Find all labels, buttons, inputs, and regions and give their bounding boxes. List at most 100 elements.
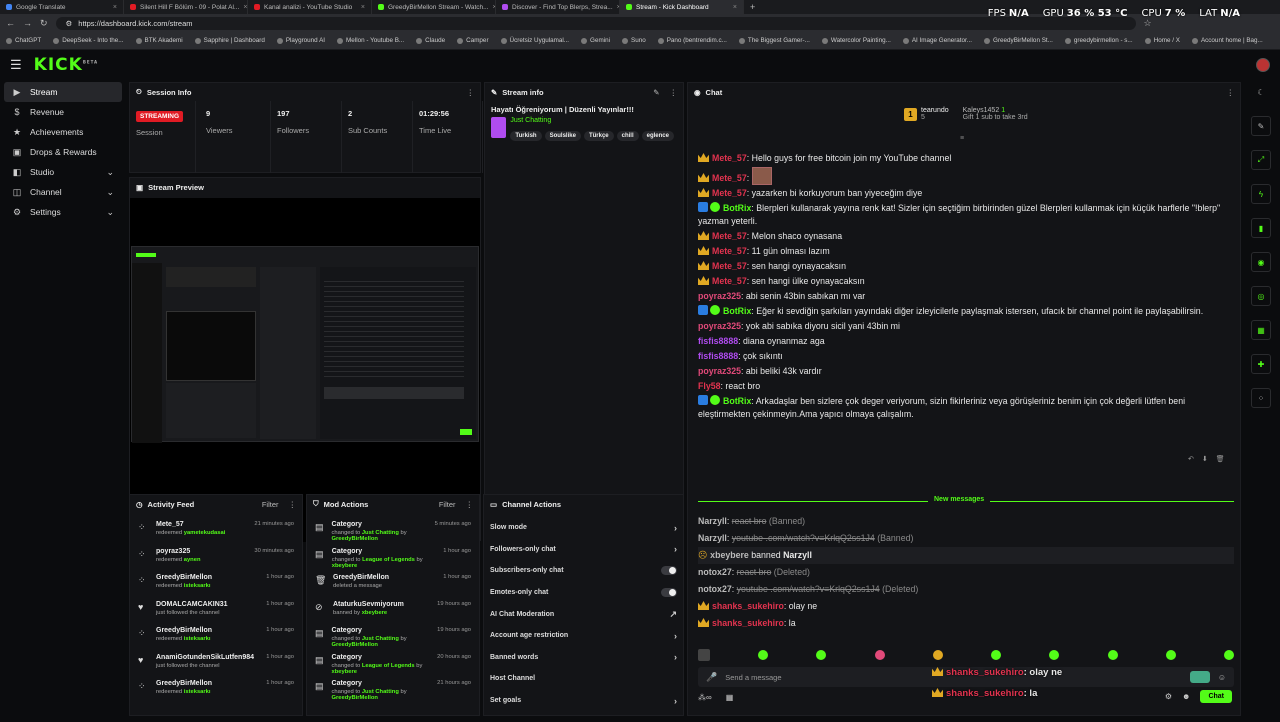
chat-message[interactable]: poyraz325: abi beliki 43k vardır: [698, 364, 1234, 379]
stream-tag[interactable]: chill: [616, 131, 639, 141]
bookmark-item[interactable]: Watercolor Painting...: [821, 37, 891, 44]
filter-button[interactable]: Filter: [439, 500, 456, 509]
channel-action-slow-mode[interactable]: Slow mode ›: [484, 517, 683, 539]
channel-action-banned-words[interactable]: Banned words ›: [484, 647, 683, 669]
chat-username[interactable]: notox27: [698, 584, 732, 594]
expand-icon[interactable]: ⤢: [1251, 150, 1271, 170]
activity-user[interactable]: DOMALCAMCAKIN31: [156, 601, 228, 608]
chat-username[interactable]: Mete_57: [712, 246, 747, 256]
bookmark-item[interactable]: Playground AI: [276, 37, 325, 44]
wrench-icon[interactable]: ✚: [1251, 354, 1271, 374]
channel-action-followers-only-chat[interactable]: Followers-only chat ›: [484, 539, 683, 561]
toggle-switch[interactable]: [661, 588, 677, 598]
bookmark-item[interactable]: greedybirmellon - s...: [1064, 37, 1133, 44]
chat-message[interactable]: Narzyll: react bro (Banned): [698, 513, 1234, 530]
reload-icon[interactable]: ↻: [40, 18, 48, 29]
emote[interactable]: [874, 650, 885, 660]
filter-icon[interactable]: ≡: [960, 135, 964, 142]
points-icon[interactable]: ⁂∞: [698, 693, 712, 702]
emote[interactable]: [991, 650, 1002, 660]
chat-message[interactable]: BotRix: Eğer ki sevdiğin şarkıları yayın…: [698, 304, 1234, 319]
activity-user[interactable]: Mete_57: [156, 521, 225, 528]
avatar[interactable]: [1256, 58, 1270, 72]
activity-user[interactable]: poyraz325: [156, 548, 201, 555]
chat-username[interactable]: Fly58: [698, 381, 721, 391]
chat-username[interactable]: notox27: [698, 567, 732, 577]
chat-username[interactable]: BotRix: [723, 396, 751, 406]
channel-action-emotes-only-chat[interactable]: Emotes-only chat: [484, 582, 683, 604]
chat-message[interactable]: poyraz325: abi senin 43bin sabıkan mı va…: [698, 289, 1234, 304]
emoji-icon[interactable]: ☺: [1218, 673, 1226, 682]
send-chat-button[interactable]: Chat: [1200, 690, 1232, 703]
chat-username[interactable]: Mete_57: [712, 188, 747, 198]
channel-action-ai-chat-moderation[interactable]: AI Chat Moderation ↗: [484, 603, 683, 625]
chat-message[interactable]: Mete_57:: [698, 166, 1234, 186]
filter-button[interactable]: Filter: [262, 500, 279, 509]
stream-tag[interactable]: Turkish: [510, 131, 542, 141]
browser-tab[interactable]: GreedyBirMellon Stream - Watch...×: [372, 0, 496, 14]
emote[interactable]: [1223, 650, 1234, 660]
emote-picker-button[interactable]: [1189, 671, 1210, 683]
chat-username[interactable]: shanks_sukehiro: [712, 618, 784, 628]
bookmark-icon[interactable]: ▮: [1251, 218, 1271, 238]
emote[interactable]: [1107, 650, 1118, 660]
bookmark-item[interactable]: Home / X: [1144, 37, 1180, 44]
activity-user[interactable]: GreedyBirMellon: [156, 680, 212, 687]
reply-icon[interactable]: ↶: [1188, 455, 1194, 463]
chat-username[interactable]: poyraz325: [698, 366, 741, 376]
chat-message[interactable]: BotRix: Blerpleri kullanarak yayına renk…: [698, 201, 1234, 229]
url-input[interactable]: ⚙ https://dashboard.kick.com/stream: [55, 16, 1136, 30]
chat-message[interactable]: Narzyll: youtube .com/watch?v=KrlqQ2ss1J…: [698, 530, 1234, 547]
chat-message[interactable]: notox27: youtube .com/watch?v=KrlqQ2ss1J…: [698, 581, 1234, 598]
emote[interactable]: [816, 650, 827, 660]
close-tab-icon[interactable]: ×: [243, 4, 247, 11]
chat-username[interactable]: BotRix: [723, 203, 751, 213]
sidebar-item-revenue[interactable]: $ Revenue: [4, 102, 122, 122]
chat-message[interactable]: shanks_sukehiro: la: [698, 615, 1234, 632]
chat-username[interactable]: Mete_57: [712, 153, 747, 163]
pin-icon[interactable]: ⬇: [1202, 455, 1208, 463]
edit-icon[interactable]: ✎: [653, 88, 659, 97]
chat-username[interactable]: fisfis8888: [698, 351, 738, 361]
more-icon[interactable]: ⋮: [670, 88, 678, 97]
pencil-icon[interactable]: ✎: [1251, 116, 1271, 136]
apps-icon[interactable]: ⁘: [1251, 388, 1271, 408]
sidebar-item-studio[interactable]: ◧ Studio ⌄: [4, 162, 122, 182]
emote[interactable]: [698, 649, 710, 661]
category-name[interactable]: Just Chatting: [510, 117, 677, 124]
chat-message[interactable]: Mete_57: Melon shaco oynasana: [698, 229, 1234, 244]
channel-action-host-channel[interactable]: Host Channel: [484, 668, 683, 690]
channel-action-set-goals[interactable]: Set goals ›: [484, 690, 683, 712]
calendar-icon[interactable]: ▦: [726, 693, 734, 702]
channel-action-account-age-restriction[interactable]: Account age restriction ›: [484, 625, 683, 647]
chat-message[interactable]: poyraz325: yok abi sabıka diyoru sicil y…: [698, 319, 1234, 334]
chat-message[interactable]: Mete_57: 11 gün olması lazım: [698, 244, 1234, 259]
forward-icon[interactable]: →: [23, 18, 32, 28]
chat-message[interactable]: notox27: react bro (Deleted): [698, 564, 1234, 581]
close-tab-icon[interactable]: ×: [733, 4, 737, 11]
bookmark-item[interactable]: Suno: [622, 37, 646, 44]
browser-tab[interactable]: Discover - Find Top Blerps, Strea...×: [496, 0, 620, 14]
bookmark-item[interactable]: AI Image Generator...: [902, 37, 972, 44]
sidebar-item-drops-rewards[interactable]: ▣ Drops & Rewards: [4, 142, 122, 162]
emote[interactable]: [758, 650, 769, 660]
toggle-switch[interactable]: [661, 566, 677, 576]
stream-tag[interactable]: Soulslike: [544, 131, 581, 141]
more-icon[interactable]: ⋮: [1227, 88, 1235, 97]
bookmark-item[interactable]: ChatGPT: [6, 37, 41, 44]
chat-message[interactable]: shanks_sukehiro: olay ne: [698, 598, 1234, 615]
site-info-icon[interactable]: ⚙: [66, 19, 73, 28]
more-icon[interactable]: ⋮: [289, 500, 297, 509]
chat-username[interactable]: poyraz325: [698, 291, 741, 301]
chat-username[interactable]: Mete_57: [712, 261, 747, 271]
poll-icon[interactable]: ▦: [1251, 320, 1271, 340]
browser-tab[interactable]: Stream - Kick Dashboard ×: [620, 0, 744, 14]
sidebar-item-channel[interactable]: ◫ Channel ⌄: [4, 182, 122, 202]
activity-user[interactable]: GreedyBirMellon: [156, 627, 212, 634]
broadcast-icon[interactable]: ◎: [1251, 286, 1271, 306]
chat-message[interactable]: Fly58: react bro: [698, 379, 1234, 394]
chat-username[interactable]: Narzyll: [698, 533, 727, 543]
stream-tag[interactable]: Türkçe: [583, 131, 614, 141]
chat-username[interactable]: Mete_57: [712, 231, 747, 241]
chat-username[interactable]: poyraz325: [698, 321, 741, 331]
